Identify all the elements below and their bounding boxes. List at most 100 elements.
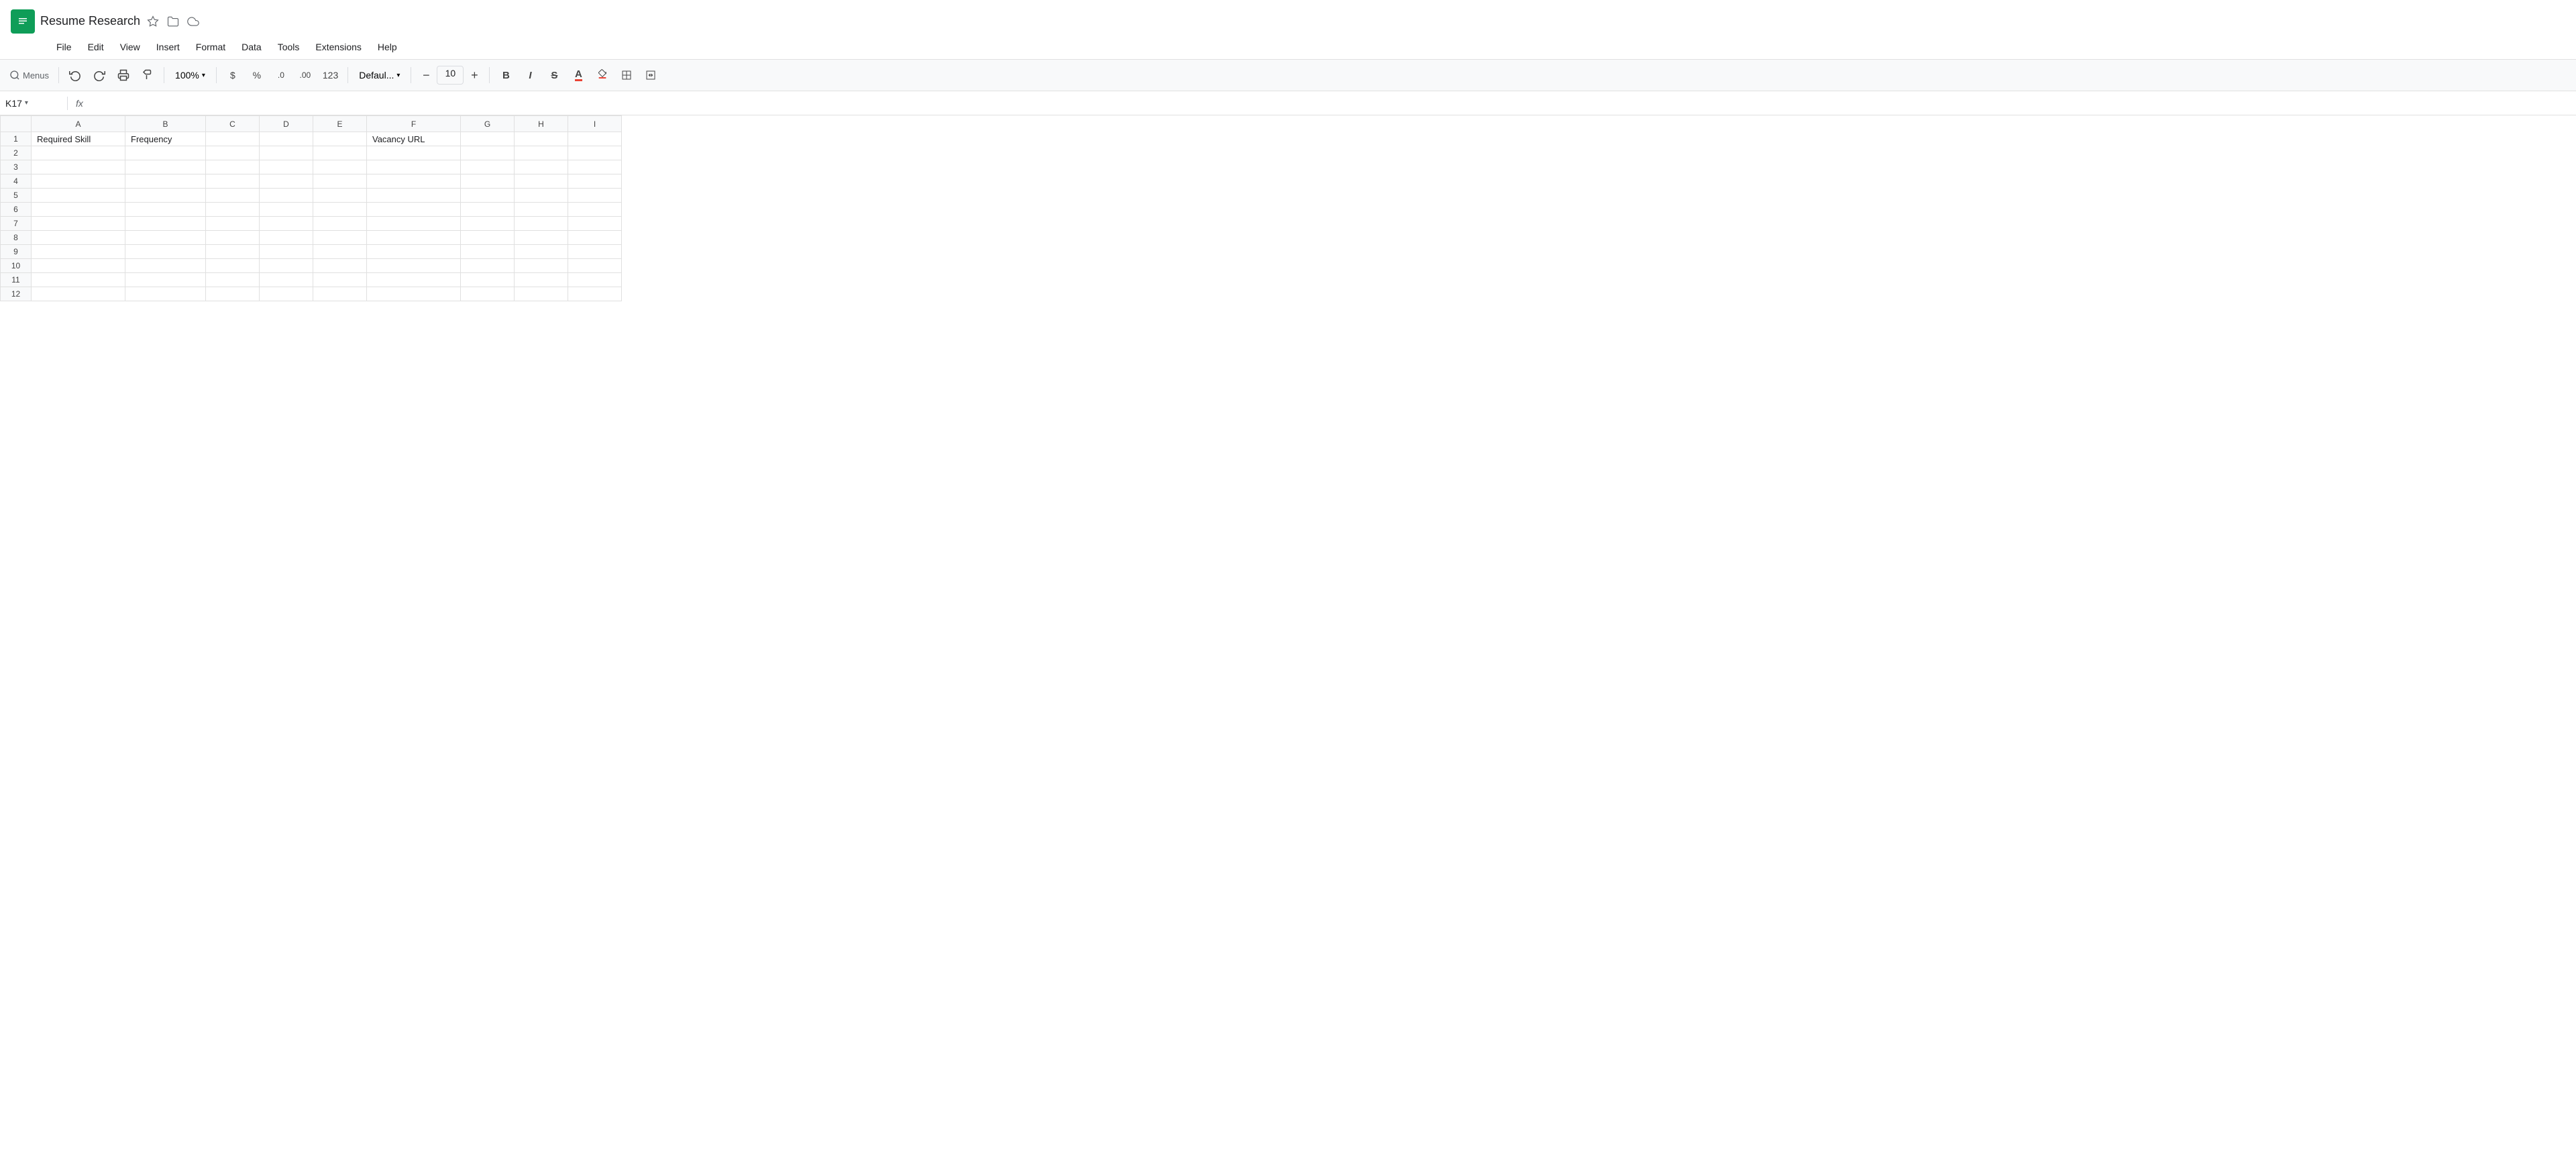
menu-extensions[interactable]: Extensions (307, 39, 369, 55)
cell-1-C[interactable] (206, 132, 260, 146)
cell-8-H[interactable] (515, 231, 568, 245)
cell-10-F[interactable] (367, 259, 461, 273)
merge-button[interactable] (640, 64, 661, 86)
cell-12-E[interactable] (313, 287, 367, 301)
cell-9-D[interactable] (260, 245, 313, 259)
cell-9-H[interactable] (515, 245, 568, 259)
cell-9-F[interactable] (367, 245, 461, 259)
cell-9-I[interactable] (568, 245, 622, 259)
cell-3-E[interactable] (313, 160, 367, 174)
menu-help[interactable]: Help (370, 39, 405, 55)
cell-1-F[interactable]: Vacancy URL (367, 132, 461, 146)
cell-7-G[interactable] (461, 217, 515, 231)
cell-3-H[interactable] (515, 160, 568, 174)
cell-4-I[interactable] (568, 174, 622, 189)
cell-12-C[interactable] (206, 287, 260, 301)
cell-9-E[interactable] (313, 245, 367, 259)
font-size-plus[interactable]: + (465, 66, 484, 85)
cell-5-C[interactable] (206, 189, 260, 203)
cell-9-G[interactable] (461, 245, 515, 259)
cell-6-D[interactable] (260, 203, 313, 217)
cell-3-A[interactable] (32, 160, 125, 174)
cell-12-D[interactable] (260, 287, 313, 301)
cell-11-H[interactable] (515, 273, 568, 287)
cell-3-G[interactable] (461, 160, 515, 174)
cell-6-G[interactable] (461, 203, 515, 217)
col-header-E[interactable]: E (313, 116, 367, 132)
menu-insert[interactable]: Insert (148, 39, 188, 55)
cell-9-A[interactable] (32, 245, 125, 259)
cell-9-B[interactable] (125, 245, 206, 259)
cell-4-E[interactable] (313, 174, 367, 189)
cell-3-F[interactable] (367, 160, 461, 174)
cell-reference[interactable]: K17 ▾ (5, 98, 59, 109)
cell-5-F[interactable] (367, 189, 461, 203)
col-header-F[interactable]: F (367, 116, 461, 132)
col-header-G[interactable]: G (461, 116, 515, 132)
cell-8-A[interactable] (32, 231, 125, 245)
cell-11-G[interactable] (461, 273, 515, 287)
cell-7-D[interactable] (260, 217, 313, 231)
cell-1-H[interactable] (515, 132, 568, 146)
cell-2-F[interactable] (367, 146, 461, 160)
fill-color-button[interactable] (592, 64, 613, 86)
cloud-icon[interactable] (186, 14, 201, 29)
cell-4-G[interactable] (461, 174, 515, 189)
cell-2-I[interactable] (568, 146, 622, 160)
cell-3-I[interactable] (568, 160, 622, 174)
col-header-B[interactable]: B (125, 116, 206, 132)
folder-icon[interactable] (166, 14, 180, 29)
col-header-A[interactable]: A (32, 116, 125, 132)
doc-title[interactable]: Resume Research (40, 14, 140, 29)
cell-11-E[interactable] (313, 273, 367, 287)
cell-5-G[interactable] (461, 189, 515, 203)
cell-7-B[interactable] (125, 217, 206, 231)
cell-12-G[interactable] (461, 287, 515, 301)
cell-10-B[interactable] (125, 259, 206, 273)
cell-4-D[interactable] (260, 174, 313, 189)
strikethrough-button[interactable]: S (543, 64, 565, 86)
cell-4-C[interactable] (206, 174, 260, 189)
star-icon[interactable] (146, 14, 160, 29)
col-header-C[interactable]: C (206, 116, 260, 132)
bold-button[interactable]: B (495, 64, 517, 86)
borders-button[interactable] (616, 64, 637, 86)
cell-5-B[interactable] (125, 189, 206, 203)
cell-8-D[interactable] (260, 231, 313, 245)
cell-8-F[interactable] (367, 231, 461, 245)
cell-1-G[interactable] (461, 132, 515, 146)
cell-7-H[interactable] (515, 217, 568, 231)
menu-edit[interactable]: Edit (80, 39, 112, 55)
cell-11-A[interactable] (32, 273, 125, 287)
col-header-H[interactable]: H (515, 116, 568, 132)
cell-2-C[interactable] (206, 146, 260, 160)
cell-2-D[interactable] (260, 146, 313, 160)
cell-2-E[interactable] (313, 146, 367, 160)
menu-data[interactable]: Data (233, 39, 270, 55)
cell-12-H[interactable] (515, 287, 568, 301)
col-header-D[interactable]: D (260, 116, 313, 132)
cell-5-I[interactable] (568, 189, 622, 203)
cell-1-I[interactable] (568, 132, 622, 146)
cell-3-D[interactable] (260, 160, 313, 174)
cell-10-E[interactable] (313, 259, 367, 273)
italic-button[interactable]: I (519, 64, 541, 86)
cell-6-F[interactable] (367, 203, 461, 217)
font-dropdown[interactable]: Defaul... ▾ (354, 64, 405, 86)
cell-7-A[interactable] (32, 217, 125, 231)
cell-5-D[interactable] (260, 189, 313, 203)
redo-button[interactable] (89, 64, 110, 86)
cell-10-A[interactable] (32, 259, 125, 273)
print-button[interactable] (113, 64, 134, 86)
cell-11-I[interactable] (568, 273, 622, 287)
percent-button[interactable]: % (246, 64, 268, 86)
font-size-minus[interactable]: − (417, 66, 435, 85)
cell-8-B[interactable] (125, 231, 206, 245)
cell-8-G[interactable] (461, 231, 515, 245)
cell-7-E[interactable] (313, 217, 367, 231)
text-color-button[interactable]: A (568, 64, 589, 86)
cell-8-C[interactable] (206, 231, 260, 245)
paint-format-button[interactable] (137, 64, 158, 86)
cell-6-I[interactable] (568, 203, 622, 217)
cell-8-I[interactable] (568, 231, 622, 245)
